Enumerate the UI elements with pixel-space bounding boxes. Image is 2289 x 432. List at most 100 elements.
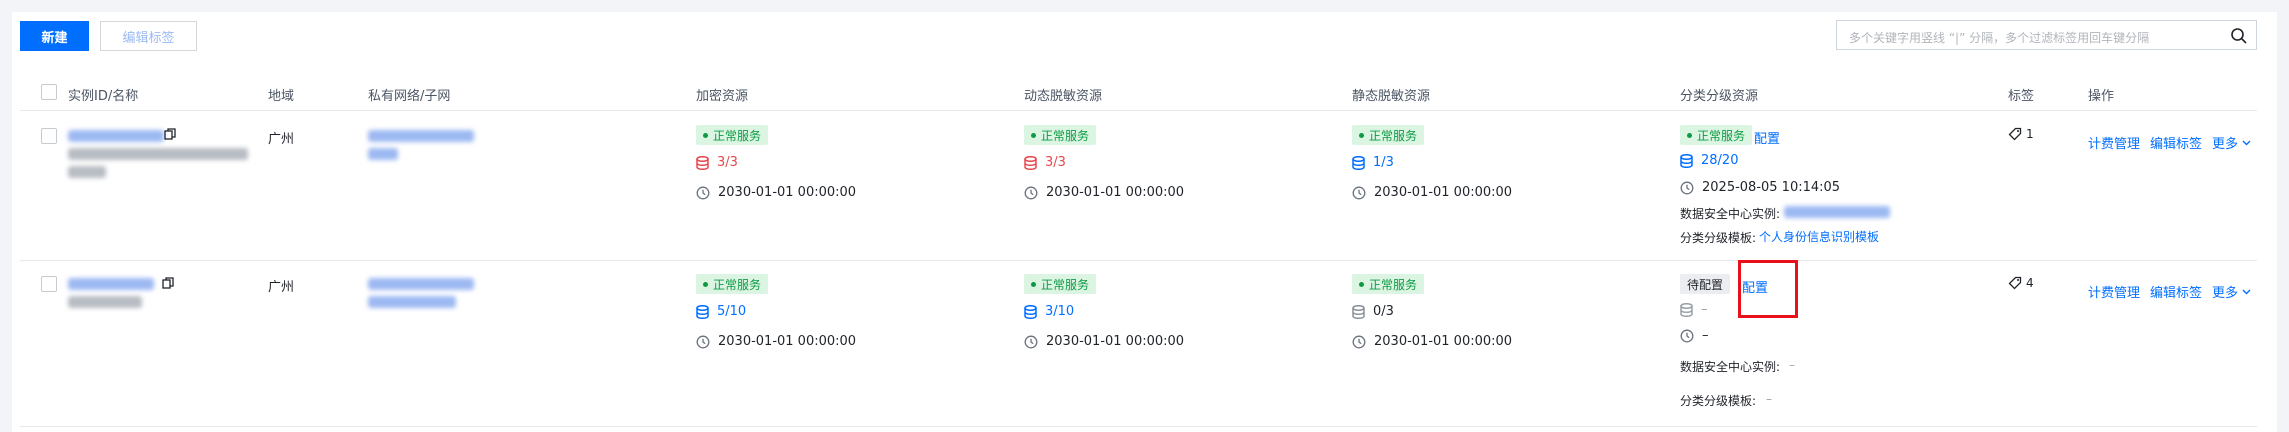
clock-icon [1680,329,1694,342]
dsc-instance-link[interactable] [1784,206,1890,218]
subnet-link[interactable] [368,296,456,308]
database-icon [1024,155,1037,170]
instance-name [68,296,142,308]
dsc-instance-label: 数据安全中心实例: [1680,360,1781,374]
encrypt-expire: 2030-01-01 00:00:00 [696,334,856,349]
database-icon [696,155,709,170]
template-label: 分类分级模板: [1680,231,1757,245]
classify-time: 2025-08-05 10:14:05 [1680,180,1840,195]
instance-note [68,166,106,178]
instance-id-link[interactable] [68,130,164,142]
classify-time-value: – [1702,328,1709,343]
vpc-link[interactable] [368,278,474,290]
tag-icon [2008,127,2022,141]
row-divider [20,426,2257,427]
classify-status-badge: 待配置 [1680,274,1731,294]
edit-tags-link[interactable]: 编辑标签 [2150,133,2202,152]
more-label: 更多 [2212,137,2239,152]
database-icon [696,304,709,319]
dsc-instance-value: – [1789,358,1795,372]
classify-count-value: 28/20 [1701,153,1739,168]
header-static: 静态脱敏资源 [1352,89,1431,104]
instance-list-panel [12,12,2277,432]
dynamic-count: 3/10 [1024,304,1074,319]
dsc-instance-label: 数据安全中心实例: [1680,207,1781,221]
header-divider [20,110,2257,111]
database-icon [1680,302,1693,317]
dynamic-count: 3/3 [1024,155,1066,170]
tag-count-value: 4 [2026,276,2034,290]
new-button[interactable]: 新建 [20,21,89,51]
header-instance: 实例ID/名称 [68,89,139,104]
classify-count: 28/20 [1680,153,1738,168]
classify-count: – [1680,302,1708,317]
edit-tags-link[interactable]: 编辑标签 [2150,282,2202,301]
static-expire-value: 2030-01-01 00:00:00 [1374,334,1513,349]
static-count: 0/3 [1352,304,1394,319]
static-expire: 2030-01-01 00:00:00 [1352,334,1512,349]
chevron-down-icon [2242,289,2251,294]
template-link[interactable]: 个人身份信息识别模板 [1759,228,1879,245]
template-label: 分类分级模板: [1680,394,1757,408]
header-tags: 标签 [2008,89,2035,104]
dynamic-status-badge: 正常服务 [1024,125,1097,145]
dynamic-expire-value: 2030-01-01 00:00:00 [1046,334,1185,349]
database-icon [1024,304,1037,319]
dynamic-expire: 2030-01-01 00:00:00 [1024,185,1184,200]
clock-icon [1024,186,1038,199]
encrypt-status-badge: 正常服务 [696,125,769,145]
encrypt-status-badge: 正常服务 [696,274,769,294]
more-dropdown[interactable]: 更多 [2212,133,2251,152]
tag-count[interactable]: 1 [2008,127,2034,141]
classify-config-link[interactable]: 配置 [1754,128,1780,147]
chevron-down-icon [2242,140,2251,145]
instance-name [68,148,248,160]
clock-icon [1680,181,1694,194]
copy-icon[interactable] [164,128,176,140]
row-checkbox[interactable] [41,128,57,144]
header-vpc: 私有网络/子网 [368,89,451,104]
encrypt-expire-value: 2030-01-01 00:00:00 [718,185,857,200]
clock-icon [1352,186,1366,199]
more-dropdown[interactable]: 更多 [2212,282,2251,301]
header-region: 地域 [268,89,295,104]
header-dynamic: 动态脱敏资源 [1024,89,1103,104]
classify-status-badge: 正常服务 [1680,125,1753,145]
encrypt-count-value: 5/10 [717,304,747,319]
clock-icon [696,335,710,348]
database-icon [1680,153,1693,168]
billing-link[interactable]: 计费管理 [2088,282,2140,301]
header-classify: 分类分级资源 [1680,89,1759,104]
row-divider [20,260,2257,261]
static-status-badge: 正常服务 [1352,274,1425,294]
subnet-link[interactable] [368,148,398,160]
select-all-checkbox[interactable] [41,84,57,100]
row-actions: 计费管理 编辑标签 更多 [2088,282,2251,301]
static-expire: 2030-01-01 00:00:00 [1352,185,1512,200]
region: 广州 [268,132,295,147]
dynamic-status-badge: 正常服务 [1024,274,1097,294]
encrypt-expire-value: 2030-01-01 00:00:00 [718,334,857,349]
search-input[interactable]: 多个关键字用竖线 “|” 分隔，多个过滤标签用回车键分隔 [1836,20,2257,50]
encrypt-count-value: 3/3 [717,155,738,170]
instance-id-link[interactable] [68,278,154,290]
row-actions: 计费管理 编辑标签 更多 [2088,133,2251,152]
more-label: 更多 [2212,286,2239,301]
database-icon [1352,304,1365,319]
encrypt-count: 3/3 [696,155,738,170]
search-icon[interactable] [2230,27,2248,45]
header-ops: 操作 [2088,89,2115,104]
edit-tags-button[interactable]: 编辑标签 [100,21,197,51]
highlight-box [1738,260,1798,318]
billing-link[interactable]: 计费管理 [2088,133,2140,152]
encrypt-expire: 2030-01-01 00:00:00 [696,185,856,200]
row-checkbox[interactable] [41,276,57,292]
clock-icon [696,186,710,199]
static-count-value: 0/3 [1373,304,1394,319]
tag-count[interactable]: 4 [2008,276,2034,290]
copy-icon[interactable] [162,277,174,289]
vpc-link[interactable] [368,130,474,142]
tag-count-value: 1 [2026,127,2034,141]
classify-count-value: – [1701,302,1708,317]
dynamic-count-value: 3/3 [1045,155,1066,170]
